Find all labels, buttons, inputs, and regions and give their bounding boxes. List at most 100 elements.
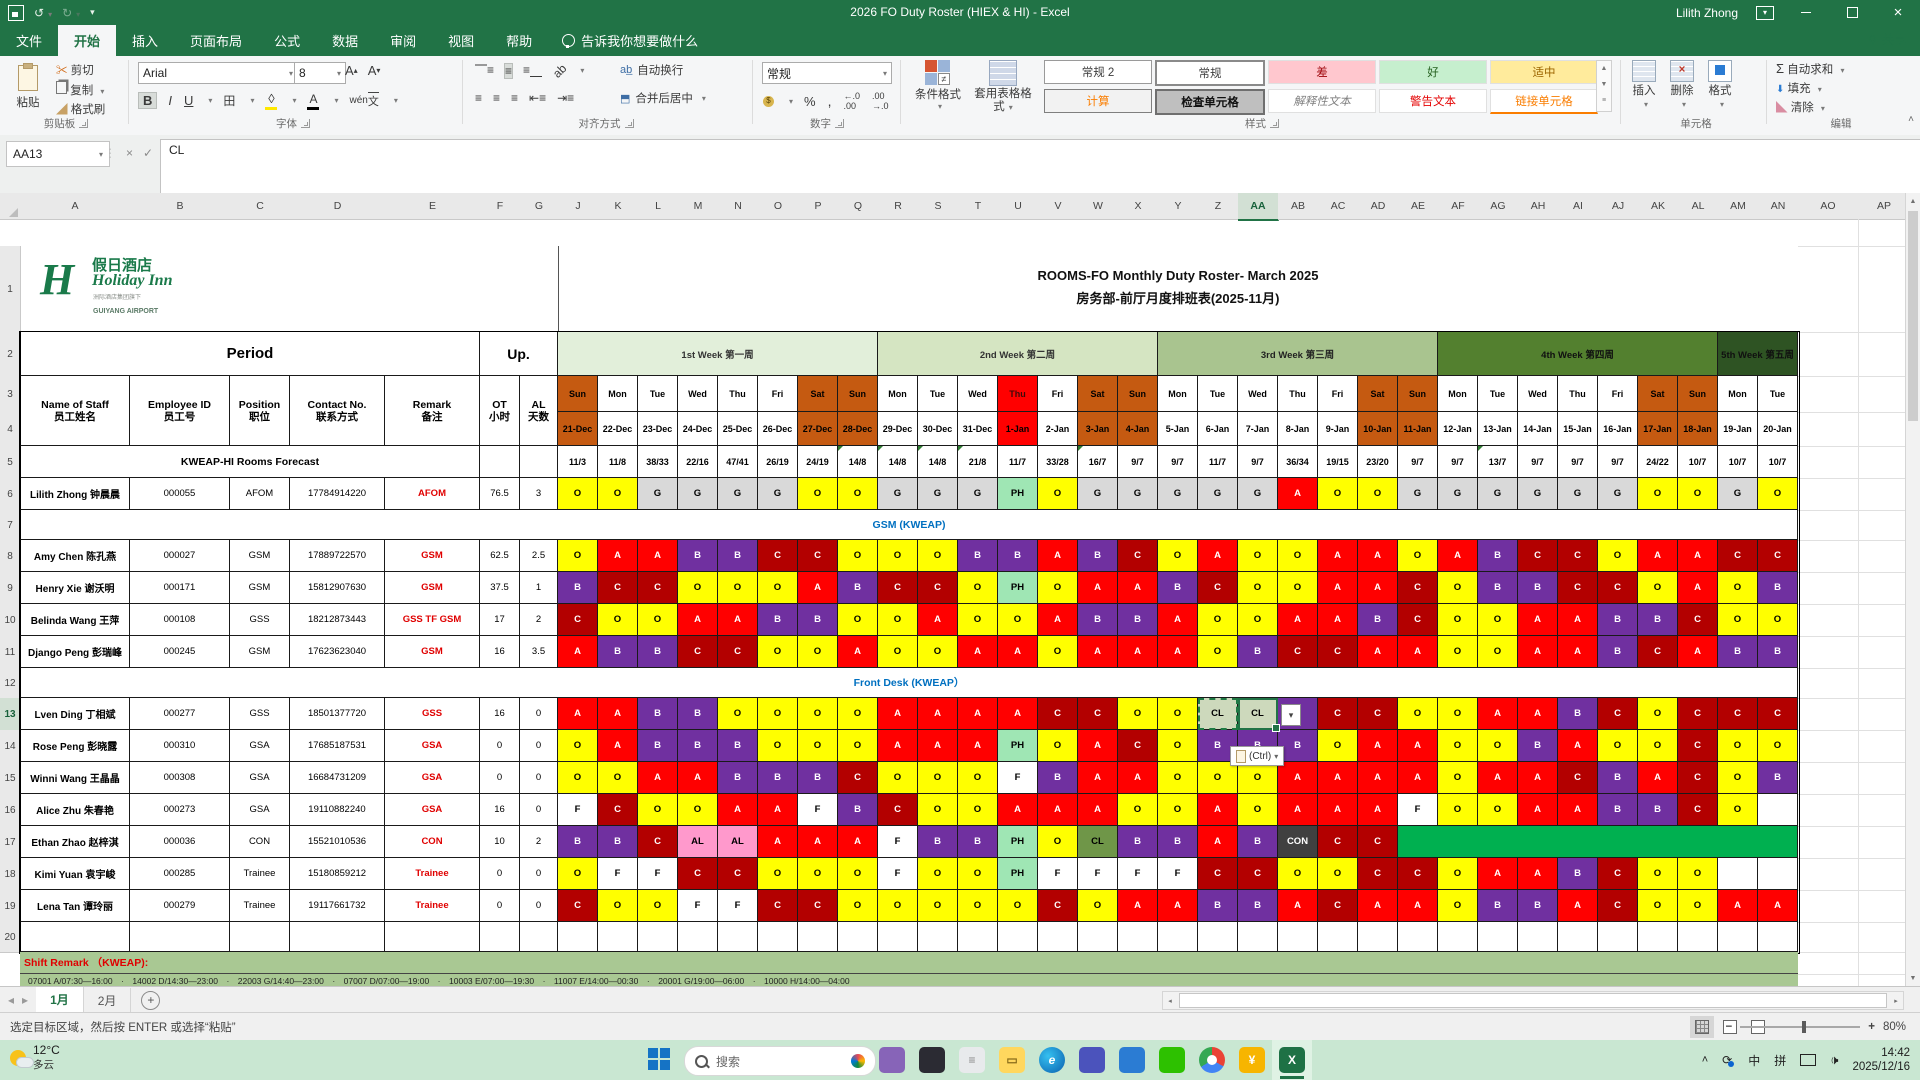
column-header-AA[interactable]: AA <box>1238 193 1279 221</box>
shift-cell[interactable]: B <box>1558 698 1598 730</box>
shift-cell[interactable]: A <box>1558 794 1598 826</box>
shift-cell[interactable]: A <box>1478 698 1518 730</box>
shift-cell[interactable]: C <box>798 890 838 922</box>
staff-al[interactable]: 0 <box>520 762 558 794</box>
blank-cell[interactable] <box>718 922 758 952</box>
shift-cell[interactable]: A <box>1518 636 1558 668</box>
normal-view-button[interactable] <box>1690 1016 1714 1038</box>
taskbar-weather-widget[interactable]: 12°C多云 <box>10 1043 60 1072</box>
shift-cell[interactable]: C <box>1318 890 1358 922</box>
row-header-11[interactable]: 11 <box>0 636 21 669</box>
staff-position[interactable]: GSA <box>230 794 290 826</box>
shift-cell[interactable]: O <box>1238 794 1278 826</box>
shift-cell[interactable]: B <box>638 698 678 730</box>
blank-cell[interactable] <box>1198 922 1238 952</box>
shift-cell[interactable]: C <box>1718 698 1758 730</box>
date-cell-20-Jan[interactable]: 20-Jan <box>1758 412 1798 446</box>
shift-cell[interactable]: C <box>598 794 638 826</box>
shift-cell[interactable]: O <box>1678 890 1718 922</box>
shift-cell[interactable]: B <box>1638 794 1678 826</box>
shift-cell[interactable]: B <box>1638 604 1678 636</box>
shift-cell[interactable]: A <box>1358 540 1398 572</box>
shift-cell[interactable]: C <box>1038 698 1078 730</box>
redo-button[interactable]: ↻▾ <box>62 6 80 20</box>
shift-cell[interactable]: O <box>1478 794 1518 826</box>
staff-id[interactable]: 000108 <box>130 604 230 636</box>
forecast-cell[interactable]: 19/15 <box>1318 446 1358 478</box>
shift-cell[interactable]: A <box>1118 762 1158 794</box>
shift-cell[interactable]: O <box>1438 604 1478 636</box>
shift-cell[interactable]: A <box>718 604 758 636</box>
shift-cell[interactable]: B <box>1038 762 1078 794</box>
undo-button[interactable]: ↺▾ <box>34 6 52 20</box>
shift-cell[interactable]: C <box>1558 762 1598 794</box>
blank-cell[interactable] <box>1558 922 1598 952</box>
shift-cell[interactable]: A <box>1398 890 1438 922</box>
copy-button[interactable]: 复制 ▾ <box>56 81 105 101</box>
day-cell-Mon[interactable]: Mon <box>1438 376 1478 412</box>
day-cell-Mon[interactable]: Mon <box>598 376 638 412</box>
shift-cell[interactable]: O <box>918 858 958 890</box>
align-left-icon[interactable]: ≡ <box>474 90 483 106</box>
gallery-scroll[interactable]: ▲▼≡ <box>1596 60 1612 112</box>
staff-contact[interactable]: 18501377720 <box>290 698 385 730</box>
row-header-19[interactable]: 19 <box>0 890 21 923</box>
column-header-AL[interactable]: AL <box>1678 193 1719 220</box>
row-header-9[interactable]: 9 <box>0 572 21 605</box>
font-size-combo[interactable]: 8▾ <box>294 62 346 84</box>
shift-cell[interactable]: C <box>1358 826 1398 858</box>
shift-cell[interactable]: O <box>918 540 958 572</box>
shift-cell[interactable]: B <box>1558 858 1598 890</box>
zoom-out-icon[interactable]: − <box>1726 1021 1733 1033</box>
shift-cell[interactable]: O <box>918 890 958 922</box>
shift-cell[interactable]: O <box>878 604 918 636</box>
staff-al[interactable]: 2 <box>520 604 558 636</box>
shift-cell[interactable]: O <box>1638 730 1678 762</box>
grow-font-button[interactable]: A▴ <box>344 62 359 79</box>
shift-cell[interactable]: A <box>1518 794 1558 826</box>
increase-decimal-icon[interactable]: ←.0.00 <box>842 90 861 112</box>
date-cell-29-Dec[interactable]: 29-Dec <box>878 412 918 446</box>
shift-cell[interactable]: A <box>758 794 798 826</box>
shift-cell[interactable]: A <box>1558 604 1598 636</box>
shift-cell[interactable]: G <box>1238 478 1278 510</box>
shift-cell[interactable]: O <box>1478 730 1518 762</box>
shift-cell[interactable]: O <box>1438 890 1478 922</box>
column-header-AK[interactable]: AK <box>1638 193 1679 220</box>
shift-cell[interactable]: B <box>1078 540 1118 572</box>
shift-cell[interactable] <box>1758 858 1798 890</box>
staff-al[interactable]: 3.5 <box>520 636 558 668</box>
staff-ot[interactable]: 0 <box>480 762 520 794</box>
day-cell-Wed[interactable]: Wed <box>1238 376 1278 412</box>
shift-cell[interactable]: A <box>1398 762 1438 794</box>
forecast-cell[interactable]: 47/41 <box>718 446 758 478</box>
shift-cell[interactable]: B <box>798 762 838 794</box>
blank-cell[interactable] <box>1358 922 1398 952</box>
shift-cell[interactable]: A <box>1478 858 1518 890</box>
display-project-icon[interactable] <box>1800 1054 1816 1066</box>
column-header-AM[interactable]: AM <box>1718 193 1759 220</box>
shift-cell[interactable]: B <box>1238 826 1278 858</box>
shift-cell[interactable]: O <box>1638 698 1678 730</box>
shift-cell[interactable]: C <box>1718 540 1758 572</box>
forecast-cell[interactable]: 14/8 <box>878 446 918 478</box>
row-header-17[interactable]: 17 <box>0 826 21 859</box>
sheet-nav-left-icon[interactable]: ◂ <box>0 993 22 1007</box>
shift-cell[interactable]: A <box>1358 890 1398 922</box>
forecast-cell[interactable]: 24/19 <box>798 446 838 478</box>
shift-cell[interactable]: B <box>598 636 638 668</box>
staff-remark[interactable]: GSS TF GSM <box>385 604 480 636</box>
wrap-text-button[interactable]: ab̲自动换行 <box>620 62 683 78</box>
shift-cell[interactable]: O <box>798 698 838 730</box>
blank-cell[interactable] <box>1118 922 1158 952</box>
staff-contact[interactable]: 19117661732 <box>290 890 385 922</box>
shift-cell[interactable]: A <box>1198 540 1238 572</box>
staff-ot[interactable]: 16 <box>480 636 520 668</box>
ribbon-tab-公式[interactable]: 公式 <box>258 25 316 56</box>
shift-cell[interactable]: A <box>1358 730 1398 762</box>
shift-cell[interactable]: G <box>1078 478 1118 510</box>
forecast-cell[interactable]: 11/7 <box>1198 446 1238 478</box>
shift-cell[interactable]: G <box>1478 478 1518 510</box>
staff-ot[interactable]: 0 <box>480 890 520 922</box>
column-header-Z[interactable]: Z <box>1198 193 1239 220</box>
